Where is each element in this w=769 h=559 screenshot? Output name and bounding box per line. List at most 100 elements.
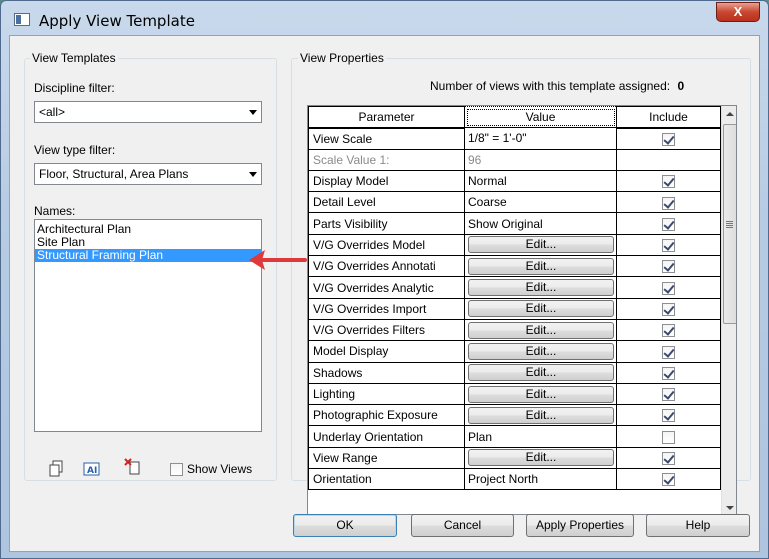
value-cell: Edit...: [464, 382, 617, 406]
include-checkbox[interactable]: [662, 175, 675, 189]
window-title: Apply View Template: [39, 12, 195, 30]
include-checkbox[interactable]: [662, 452, 675, 466]
include-cell: [616, 361, 721, 384]
table-row: Photographic Exposure Edit...: [308, 404, 721, 427]
value-cell: Edit...: [464, 340, 617, 363]
include-checkbox[interactable]: [662, 324, 675, 338]
edit-button[interactable]: Edit...: [468, 279, 614, 297]
edit-button[interactable]: Edit...: [468, 321, 614, 339]
parameter-cell: V/G Overrides Analytic: [308, 276, 465, 299]
parameter-cell: Orientation: [308, 468, 465, 491]
list-item[interactable]: Structural Framing Plan: [35, 249, 261, 262]
value-cell[interactable]: Show Original: [464, 212, 617, 235]
include-checkbox[interactable]: [662, 302, 675, 316]
assigned-count-label: Number of views with this template assig…: [430, 79, 684, 93]
edit-button[interactable]: Edit...: [468, 364, 614, 382]
value-cell: Edit...: [464, 446, 617, 470]
include-checkbox[interactable]: [662, 260, 675, 274]
parameter-cell: View Scale: [308, 127, 465, 150]
edit-button[interactable]: Edit...: [468, 385, 614, 403]
parameter-cell: Detail Level: [308, 191, 465, 214]
ok-button[interactable]: OK: [293, 514, 397, 537]
chevron-down-icon: [249, 110, 257, 115]
title-bar[interactable]: Apply View Template X: [1, 1, 768, 35]
include-checkbox[interactable]: [662, 473, 675, 487]
value-cell[interactable]: Normal: [464, 169, 617, 193]
value-cell: Edit...: [464, 318, 617, 342]
value-cell: Edit...: [464, 255, 617, 278]
include-cell: [616, 169, 721, 193]
assigned-count-text: Number of views with this template assig…: [430, 79, 671, 93]
names-listbox[interactable]: Architectural Plan Site Plan Structural Fr…: [34, 219, 262, 432]
apply-properties-button[interactable]: Apply Properties: [526, 514, 634, 537]
assigned-count-value: 0: [677, 79, 685, 93]
table-header-row: Parameter Value Include: [308, 106, 721, 129]
value-cell[interactable]: Project North: [464, 468, 617, 491]
edit-button[interactable]: Edit...: [468, 236, 614, 254]
include-checkbox[interactable]: [662, 132, 675, 146]
view-type-filter-select[interactable]: Floor, Structural, Area Plans: [34, 163, 262, 185]
include-cell: [616, 318, 721, 342]
parameter-cell: Photographic Exposure: [308, 404, 465, 427]
edit-button[interactable]: Edit...: [468, 342, 614, 360]
scroll-up-icon[interactable]: [722, 106, 736, 123]
include-checkbox[interactable]: [662, 409, 675, 423]
table-row: Scale Value 1: 96: [308, 148, 721, 171]
duplicate-icon[interactable]: [48, 460, 66, 478]
table-row: V/G Overrides Import Edit...: [308, 297, 721, 320]
col-header-include[interactable]: Include: [616, 106, 721, 129]
parameter-cell: Model Display: [308, 340, 465, 363]
value-cell: Edit...: [464, 361, 617, 384]
table-row: V/G Overrides Analytic Edit...: [308, 276, 721, 299]
view-properties-group-label: View Properties: [298, 51, 386, 65]
view-type-filter-label: View type filter:: [34, 143, 116, 157]
value-cell[interactable]: Coarse: [464, 191, 617, 214]
edit-button[interactable]: Edit...: [468, 406, 614, 424]
cancel-button[interactable]: Cancel: [411, 514, 514, 537]
table-row: Detail Level Coarse: [308, 191, 721, 214]
include-cell: [616, 425, 721, 448]
show-views-label: Show Views: [187, 462, 253, 476]
include-cell: [616, 468, 721, 491]
include-cell: [616, 276, 721, 299]
edit-button[interactable]: Edit...: [468, 257, 614, 275]
view-type-filter-value: Floor, Structural, Area Plans: [39, 167, 189, 181]
scroll-down-icon[interactable]: [722, 499, 736, 514]
include-checkbox[interactable]: [662, 366, 675, 380]
value-cell[interactable]: Plan: [464, 425, 617, 448]
show-views-check[interactable]: [170, 462, 183, 476]
help-button[interactable]: Help: [646, 514, 750, 537]
include-checkbox[interactable]: [662, 388, 675, 402]
include-checkbox[interactable]: [662, 239, 675, 253]
properties-grid[interactable]: Parameter Value Include View Scale 1/8" =…: [307, 105, 737, 515]
vertical-scrollbar[interactable]: [721, 106, 736, 514]
names-label: Names:: [34, 204, 76, 218]
table-row: V/G Overrides Model Edit...: [308, 233, 721, 257]
table-row: View Scale 1/8" = 1'-0": [308, 127, 721, 150]
include-cell: [616, 191, 721, 214]
delete-icon[interactable]: [124, 458, 142, 476]
table-row: V/G Overrides Filters Edit...: [308, 318, 721, 342]
close-button[interactable]: X: [716, 2, 760, 22]
col-header-value[interactable]: Value: [464, 106, 617, 129]
table-row: V/G Overrides Annotati Edit...: [308, 255, 721, 278]
include-cell: [616, 297, 721, 320]
include-cell: [616, 446, 721, 470]
col-header-parameter[interactable]: Parameter: [308, 106, 465, 129]
value-cell[interactable]: 1/8" = 1'-0": [464, 127, 617, 150]
include-checkbox[interactable]: [662, 281, 675, 295]
scroll-grip-icon: [726, 221, 733, 228]
chevron-down-icon: [249, 172, 257, 177]
table-row: Display Model Normal: [308, 169, 721, 193]
include-checkbox[interactable]: [662, 345, 675, 359]
edit-button[interactable]: Edit...: [468, 449, 614, 467]
rename-icon[interactable]: AI: [83, 460, 101, 478]
value-cell: Edit...: [464, 276, 617, 299]
edit-button[interactable]: Edit...: [468, 300, 614, 318]
include-checkbox[interactable]: [662, 217, 675, 231]
include-checkbox[interactable]: [662, 196, 675, 210]
include-checkbox[interactable]: [662, 430, 675, 444]
include-cell: [616, 382, 721, 406]
show-views-checkbox[interactable]: Show Views: [170, 462, 252, 476]
discipline-filter-select[interactable]: <all>: [34, 101, 262, 123]
